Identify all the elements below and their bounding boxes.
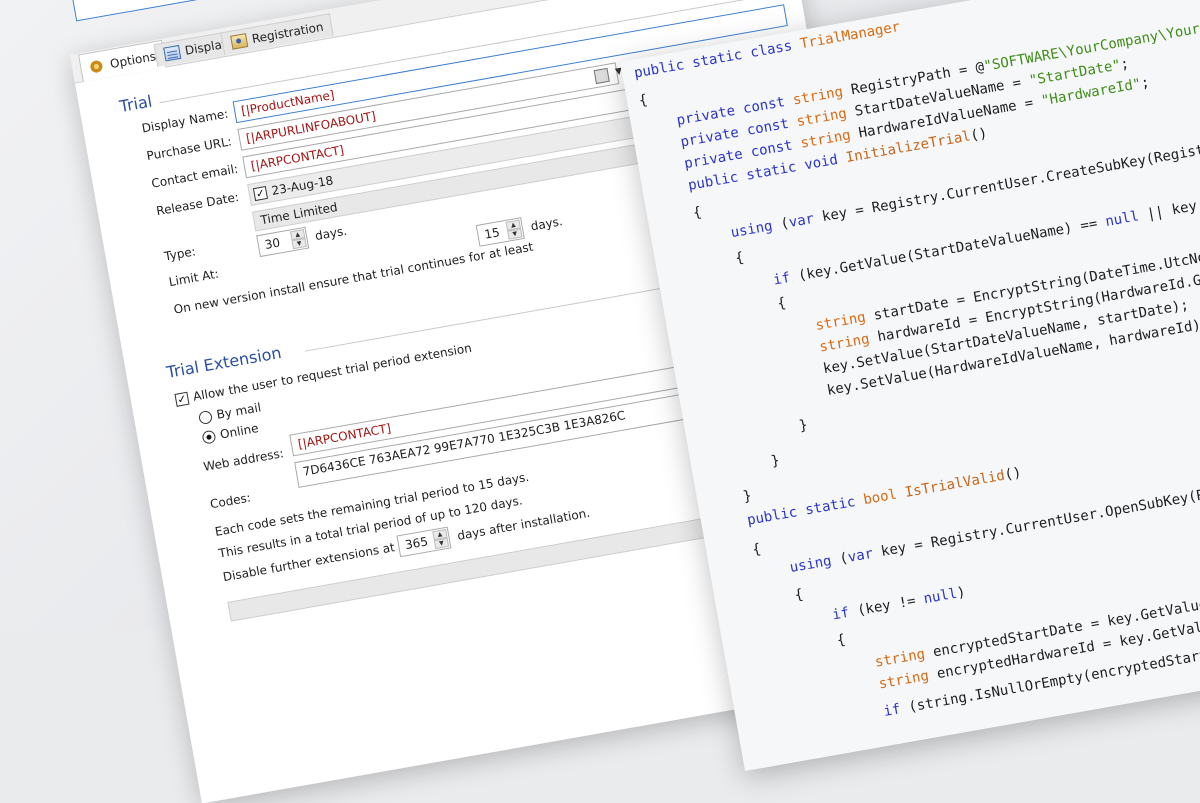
code-token: ; xyxy=(1119,55,1131,73)
tab-options-label: Options xyxy=(108,48,157,71)
spin-down-icon[interactable]: ▼ xyxy=(291,237,307,250)
release-date-checkbox[interactable]: ✓ xyxy=(252,186,268,202)
code-token: (key != xyxy=(856,591,926,619)
code-token: { xyxy=(717,541,763,565)
limit-value: 30 xyxy=(263,235,282,252)
release-date-value: 23-Aug-18 xyxy=(270,173,335,198)
code-token: { xyxy=(658,204,703,228)
url-picker-icon[interactable] xyxy=(593,67,610,85)
code-line: { xyxy=(727,586,804,615)
type-label: Type: xyxy=(163,244,197,264)
code-token: { xyxy=(667,249,746,279)
code-line: { xyxy=(638,92,649,109)
code-line: public static bool IsTrialValid() xyxy=(713,465,1023,535)
code-token: ) xyxy=(955,584,967,602)
code-line: } xyxy=(709,488,753,511)
online-label: Online xyxy=(218,421,260,442)
limit-label: Limit At: xyxy=(167,266,220,290)
release-date-label: Release Date: xyxy=(155,189,240,219)
code-token: var xyxy=(787,209,824,231)
spin-down-icon[interactable]: ▼ xyxy=(433,537,450,550)
code-token: } xyxy=(698,417,809,452)
disable-extensions-value: 365 xyxy=(404,534,429,553)
codes-label: Codes: xyxy=(208,490,252,512)
tab-registration-label: Registration xyxy=(250,19,325,47)
code-token: } xyxy=(703,452,781,482)
code-token: () xyxy=(969,125,989,145)
code-token: { xyxy=(637,91,649,110)
trial-section-title: Trial xyxy=(118,91,154,117)
spin-down-icon[interactable]: ▼ xyxy=(507,228,523,240)
display-list-icon xyxy=(163,44,182,62)
new-version-text: On new version install ensure that trial… xyxy=(172,239,535,317)
code-line: } xyxy=(698,417,809,452)
code-token: null xyxy=(1104,206,1149,231)
code-token: } xyxy=(708,487,753,511)
new-version-unit: days. xyxy=(529,214,564,234)
code-token: string xyxy=(799,125,861,152)
code-line: { xyxy=(668,250,745,279)
registration-card-icon xyxy=(230,33,249,50)
code-token: { xyxy=(726,586,805,616)
new-version-value: 15 xyxy=(483,225,501,242)
code-token: ; xyxy=(1139,74,1151,92)
code-token: bool xyxy=(862,485,907,509)
code-line: { xyxy=(659,204,703,227)
disable-extensions-spinner[interactable]: 365 ▲ ▼ xyxy=(396,526,452,558)
limit-unit: days. xyxy=(313,223,349,244)
by-mail-label: By mail xyxy=(215,400,263,422)
by-mail-radio[interactable] xyxy=(197,409,214,426)
code-token: IsTrialValid xyxy=(903,467,1007,501)
display-name-label: Display Name: xyxy=(140,106,230,136)
code-line: } xyxy=(703,452,781,482)
code-token: var xyxy=(846,544,883,566)
purchase-url-label: Purchase URL: xyxy=(145,134,233,164)
options-gear-icon xyxy=(88,58,106,75)
code-token: () xyxy=(1003,464,1023,484)
online-radio[interactable] xyxy=(201,429,217,445)
code-token: null xyxy=(922,585,959,608)
web-address-label: Web address: xyxy=(202,446,285,474)
limit-spinner[interactable]: 30 ▲ ▼ xyxy=(256,226,310,258)
contact-email-label: Contact email: xyxy=(150,161,240,191)
type-value: Time Limited xyxy=(259,199,339,228)
code-token: string xyxy=(791,82,853,109)
allow-extension-checkbox[interactable]: ✓ xyxy=(174,391,190,407)
code-token: string xyxy=(795,104,857,131)
code-line: { xyxy=(718,541,762,564)
